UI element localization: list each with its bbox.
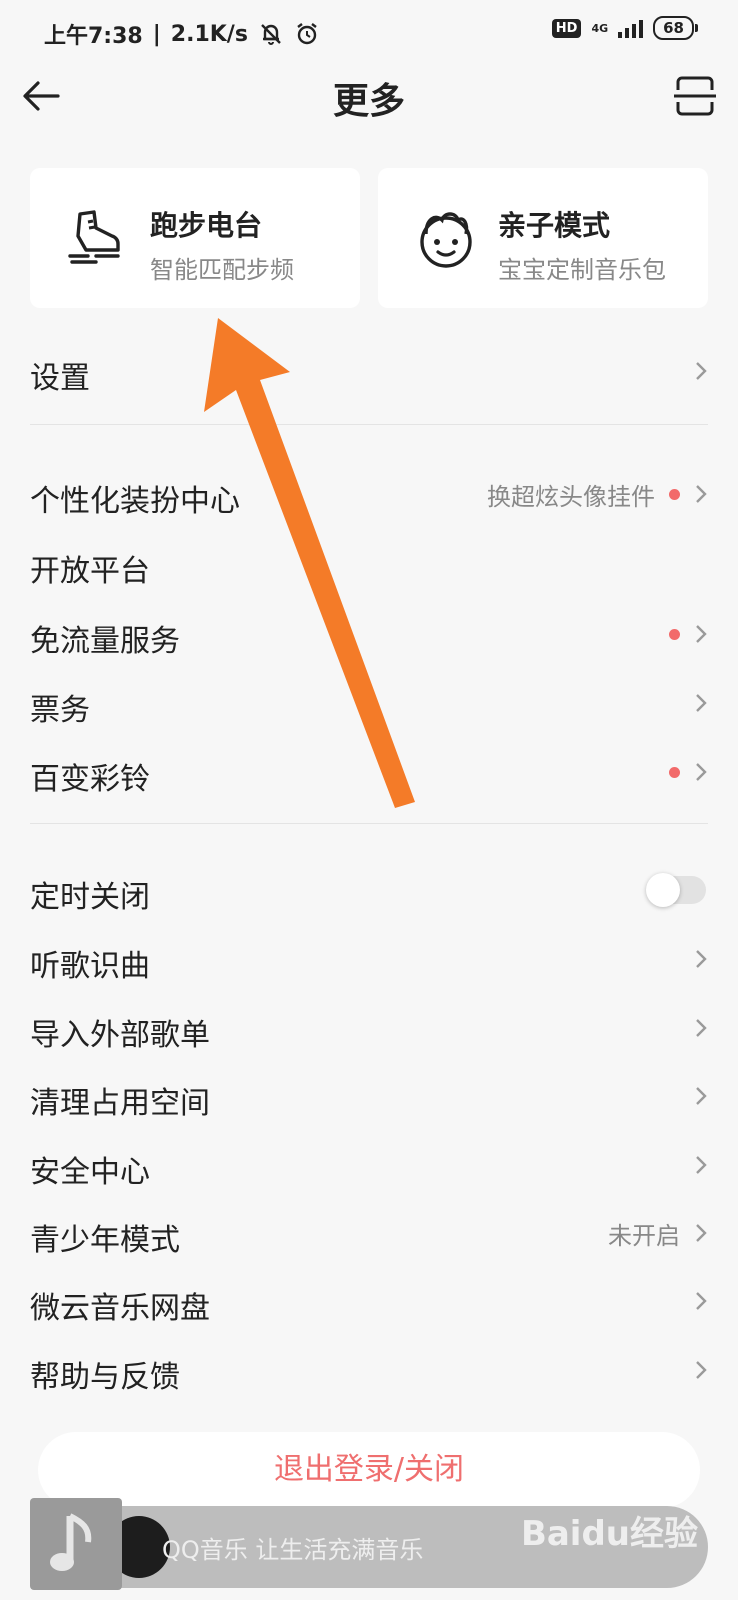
chevron-right-icon	[696, 362, 707, 380]
chevron-right-icon	[696, 1361, 707, 1379]
feature-cards: 跑步电台 智能匹配步频 亲子模式 宝宝定制音乐包	[30, 168, 708, 308]
menu-item-tickets[interactable]: 票务	[30, 673, 708, 733]
logout-button[interactable]: 退出登录/关闭	[38, 1432, 700, 1508]
running-radio-card[interactable]: 跑步电台 智能匹配步频	[30, 168, 360, 308]
menu-item-label: 设置	[30, 361, 90, 396]
running-shoe-icon	[68, 210, 120, 264]
menu-item-sleep-timer[interactable]: 定时关闭	[30, 860, 708, 920]
menu-item-free-data[interactable]: 免流量服务	[30, 604, 708, 664]
menu-item-label: 微云音乐网盘	[30, 1291, 210, 1326]
menu-item-import-playlist[interactable]: 导入外部歌单	[30, 998, 708, 1058]
signal-bars-icon	[618, 18, 644, 38]
chevron-right-icon	[696, 625, 707, 643]
status-left: 上午7:38 | 2.1K/s	[44, 18, 320, 50]
watermark: Baidu经验	[520, 1514, 698, 1554]
parent-child-mode-card[interactable]: 亲子模式 宝宝定制音乐包	[378, 168, 708, 308]
menu-item-open-platform[interactable]: 开放平台	[30, 534, 708, 594]
menu-item-label: 开放平台	[30, 554, 150, 589]
hd-badge: HD	[551, 18, 582, 38]
menu-item-label: 帮助与反馈	[30, 1360, 180, 1395]
chevron-right-icon	[696, 763, 707, 781]
red-dot-badge	[669, 488, 680, 500]
status-speed: 2.1K/s	[170, 21, 248, 47]
menu-item-hint: 未开启	[608, 1221, 680, 1250]
card-subtitle: 智能匹配步频	[150, 256, 294, 284]
sleep-timer-toggle[interactable]	[646, 873, 706, 907]
menu-item-label: 个性化装扮中心	[30, 484, 240, 519]
status-separator: |	[152, 21, 161, 47]
network-type: 4G	[591, 21, 609, 35]
menu-item-clean-space[interactable]: 清理占用空间	[30, 1066, 708, 1126]
menu-item-label: 青少年模式	[30, 1223, 180, 1258]
chevron-right-icon	[696, 1019, 707, 1037]
menu-item-label: 免流量服务	[30, 624, 180, 659]
page-title: 更多	[332, 81, 405, 122]
red-dot-badge	[669, 628, 680, 640]
menu-item-personalize[interactable]: 个性化装扮中心 换超炫头像挂件	[30, 464, 708, 524]
scan-icon[interactable]	[672, 74, 718, 118]
page-header: 更多	[0, 64, 738, 140]
toggle-knob	[646, 873, 680, 907]
menu-item-label: 清理占用空间	[30, 1086, 210, 1121]
card-subtitle: 宝宝定制音乐包	[498, 256, 666, 284]
chevron-right-icon	[696, 1224, 707, 1242]
card-title: 亲子模式	[498, 209, 611, 242]
menu-item-settings[interactable]: 设置	[30, 341, 708, 401]
menu-item-label: 票务	[30, 693, 90, 728]
album-art[interactable]	[30, 1498, 122, 1590]
battery-indicator: 68	[653, 16, 698, 40]
menu-item-ringtone[interactable]: 百变彩铃	[30, 742, 708, 802]
menu-item-label: 安全中心	[30, 1155, 150, 1190]
status-right: HD 4G 68	[551, 16, 698, 40]
menu-item-teen-mode[interactable]: 青少年模式 未开启	[30, 1203, 708, 1263]
menu-item-hint: 换超炫头像挂件	[487, 482, 655, 511]
chevron-right-icon	[696, 950, 707, 968]
card-title: 跑步电台	[150, 209, 263, 242]
mute-bell-icon	[261, 24, 281, 45]
chevron-right-icon	[696, 1292, 707, 1310]
status-time: 上午7:38	[44, 24, 143, 49]
music-note-icon	[50, 1513, 92, 1571]
menu-item-label: 听歌识曲	[30, 949, 150, 984]
menu-item-help[interactable]: 帮助与反馈	[30, 1340, 708, 1400]
chevron-right-icon	[696, 1087, 707, 1105]
menu-item-weiyun[interactable]: 微云音乐网盘	[30, 1271, 708, 1331]
menu-item-label: 导入外部歌单	[30, 1018, 210, 1053]
player-slogan: QQ音乐 让生活充满音乐	[162, 1536, 424, 1564]
menu-item-recognize[interactable]: 听歌识曲	[30, 929, 708, 989]
alarm-clock-icon	[297, 23, 317, 45]
menu-item-label: 百变彩铃	[30, 762, 150, 797]
section-divider	[30, 424, 708, 425]
section-divider	[30, 823, 708, 824]
red-dot-badge	[669, 766, 680, 778]
menu-item-security[interactable]: 安全中心	[30, 1135, 708, 1195]
baby-face-icon	[420, 212, 472, 268]
menu-item-label: 定时关闭	[30, 880, 150, 915]
chevron-right-icon	[696, 485, 707, 503]
chevron-right-icon	[696, 1156, 707, 1174]
status-bar: 上午7:38 | 2.1K/s HD 4G 68	[0, 0, 738, 64]
chevron-right-icon	[696, 694, 707, 712]
